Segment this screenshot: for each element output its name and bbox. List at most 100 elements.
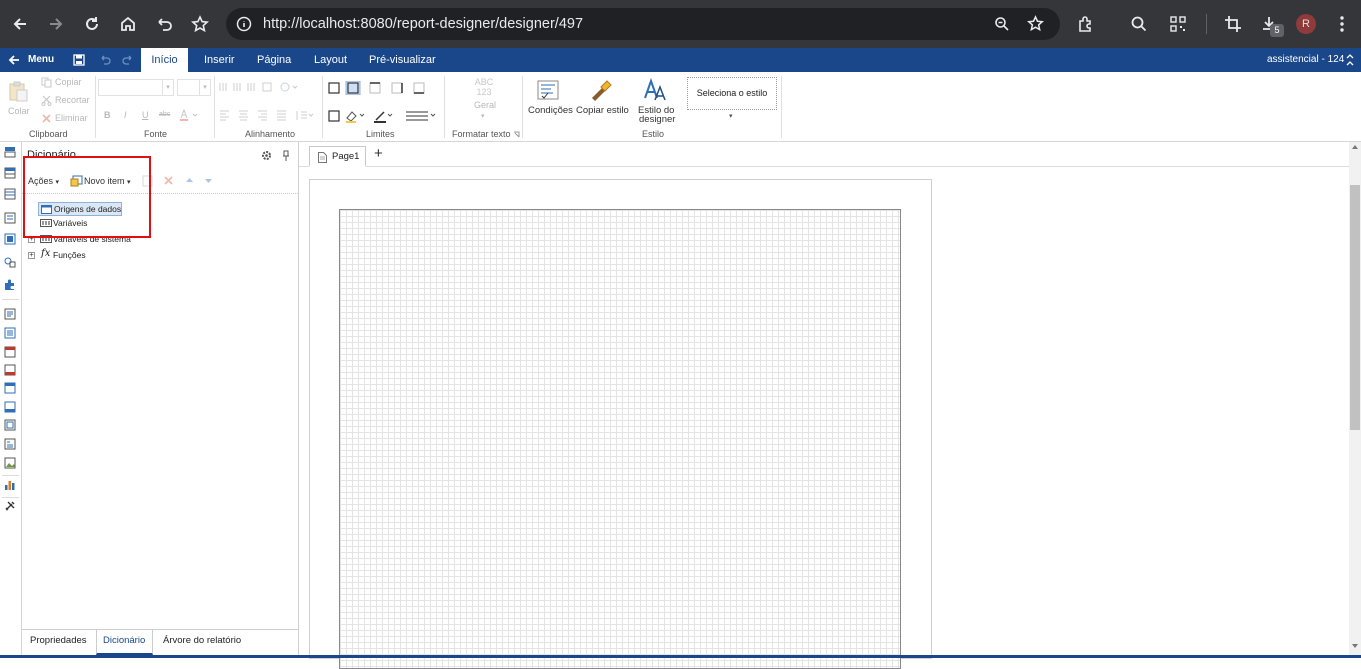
zoom-icon[interactable] bbox=[994, 16, 1010, 32]
select-style-dropdown-icon[interactable]: ▾ bbox=[729, 112, 733, 120]
copy-style-button[interactable]: Copiar estilo bbox=[576, 106, 629, 116]
picture-component-icon[interactable] bbox=[4, 457, 16, 469]
dictionary-pin-icon[interactable] bbox=[282, 150, 290, 161]
menu-back-arrow-icon[interactable] bbox=[8, 54, 20, 66]
profile-avatar[interactable]: R bbox=[1296, 14, 1316, 34]
chart-component-icon[interactable] bbox=[4, 479, 16, 491]
browser-toolbar: http://localhost:8080/report-designer/de… bbox=[0, 0, 1361, 48]
font-family-select[interactable]: ▾ bbox=[98, 79, 174, 96]
conditions-button[interactable]: Condições bbox=[528, 106, 573, 116]
image-component-icon[interactable] bbox=[4, 346, 16, 358]
border-style-buttons[interactable] bbox=[328, 109, 440, 123]
home-icon[interactable] bbox=[116, 12, 140, 36]
vertical-align-icons[interactable] bbox=[219, 81, 275, 93]
horizontal-align-icons[interactable] bbox=[219, 110, 315, 121]
report-title-band-icon[interactable] bbox=[4, 146, 16, 158]
site-info-icon[interactable] bbox=[236, 16, 252, 32]
tab-inserir[interactable]: Inserir bbox=[204, 48, 235, 72]
save-icon[interactable] bbox=[73, 54, 85, 66]
data-band-icon[interactable] bbox=[4, 212, 16, 224]
functions-fx-icon: fx bbox=[41, 248, 51, 259]
paste-icon[interactable] bbox=[7, 80, 29, 102]
undo-close-tab-icon[interactable] bbox=[152, 12, 176, 36]
qr-code-icon[interactable] bbox=[1166, 12, 1190, 36]
tools-icon[interactable] bbox=[4, 500, 16, 512]
strikethrough-button[interactable]: abc bbox=[159, 111, 170, 118]
bookmark-star-icon[interactable] bbox=[188, 12, 212, 36]
scroll-up-arrow-icon[interactable] bbox=[1352, 145, 1358, 149]
ribbon-separator bbox=[444, 76, 445, 138]
tab-report-tree[interactable]: Árvore do relatório bbox=[163, 635, 241, 646]
add-page-button[interactable]: + bbox=[374, 145, 383, 163]
text-component-icon[interactable] bbox=[4, 308, 16, 320]
forward-icon[interactable] bbox=[44, 12, 68, 36]
menu-button[interactable]: Menu bbox=[28, 48, 54, 72]
tab-dictionary[interactable]: Dicionário bbox=[103, 635, 145, 646]
toolbox-divider bbox=[2, 299, 19, 300]
font-color-icon[interactable] bbox=[179, 109, 201, 121]
clone-component-icon[interactable] bbox=[4, 401, 16, 413]
move-up-icon[interactable] bbox=[185, 176, 194, 185]
bold-button[interactable]: B bbox=[104, 110, 111, 120]
crop-icon[interactable] bbox=[1221, 12, 1245, 36]
back-icon[interactable] bbox=[8, 12, 32, 36]
redo-icon[interactable] bbox=[122, 54, 134, 66]
style-group-label: Estilo bbox=[642, 129, 665, 139]
delete-icon[interactable] bbox=[41, 113, 52, 124]
ribbon-separator bbox=[322, 76, 323, 138]
collapse-ribbon-icon[interactable] bbox=[1345, 54, 1355, 66]
rotate-text-icon[interactable] bbox=[279, 81, 299, 93]
url-text[interactable]: http://localhost:8080/report-designer/de… bbox=[263, 16, 583, 32]
tab-properties[interactable]: Propriedades bbox=[30, 635, 87, 646]
tab-inicio[interactable]: Início bbox=[141, 48, 188, 72]
conditions-icon[interactable] bbox=[537, 80, 559, 100]
highlight-annotation-box bbox=[23, 156, 151, 238]
more-menu-icon[interactable] bbox=[1330, 12, 1354, 36]
dictionary-settings-gear-icon[interactable] bbox=[261, 150, 272, 161]
reload-icon[interactable] bbox=[80, 12, 104, 36]
border-buttons[interactable] bbox=[328, 81, 440, 95]
tab-pre-visualizar[interactable]: Pré-visualizar bbox=[369, 48, 436, 72]
tab-pagina[interactable]: Página bbox=[257, 48, 291, 72]
cross-band-icon[interactable] bbox=[4, 233, 16, 245]
subreport-component-icon[interactable] bbox=[4, 419, 16, 431]
header-band-icon[interactable] bbox=[4, 167, 16, 179]
rich-text-component-icon[interactable] bbox=[4, 327, 16, 339]
text-format-dropdown-icon[interactable]: ▾ bbox=[481, 112, 485, 120]
extensions-icon[interactable] bbox=[1074, 12, 1098, 36]
scroll-down-arrow-icon[interactable] bbox=[1352, 644, 1358, 648]
copy-style-icon[interactable] bbox=[589, 79, 613, 101]
bookmark-page-icon[interactable] bbox=[1027, 15, 1044, 32]
underline-button[interactable]: U bbox=[142, 110, 149, 120]
delete-item-icon[interactable] bbox=[163, 175, 174, 186]
page-grid-canvas[interactable] bbox=[339, 209, 901, 669]
page-tab[interactable]: Page1 bbox=[309, 146, 366, 167]
vertical-scrollbar-thumb[interactable] bbox=[1350, 185, 1360, 430]
undo-icon[interactable] bbox=[99, 54, 111, 66]
italic-button[interactable]: I bbox=[124, 110, 127, 120]
search-icon[interactable] bbox=[1127, 12, 1151, 36]
toolbar-divider bbox=[1206, 14, 1207, 34]
barcode-component-icon[interactable] bbox=[4, 364, 16, 376]
panel-component-icon[interactable] bbox=[4, 382, 16, 394]
table-component-icon[interactable] bbox=[4, 438, 16, 450]
app-menubar: Menu Início Inserir Página Layout Pré-vi… bbox=[0, 48, 1361, 72]
cut-icon[interactable] bbox=[41, 95, 52, 106]
text-format-icon[interactable]: ABC 123 bbox=[465, 77, 503, 97]
font-size-select[interactable]: ▾ bbox=[177, 79, 211, 96]
select-style-box[interactable]: Seleciona o estilo bbox=[687, 77, 777, 110]
tab-layout[interactable]: Layout bbox=[314, 48, 347, 72]
tree-item-functions[interactable]: Funções bbox=[53, 250, 86, 260]
puzzle-component-icon[interactable] bbox=[4, 279, 16, 291]
shape-component-icon[interactable] bbox=[4, 256, 16, 268]
designer-style-line2[interactable]: designer bbox=[639, 115, 675, 125]
move-down-icon[interactable] bbox=[204, 176, 213, 185]
group-band-icon[interactable] bbox=[4, 188, 16, 200]
copy-label: Copiar bbox=[55, 77, 82, 87]
designer-style-icon[interactable] bbox=[643, 78, 667, 102]
page-tabs-baseline bbox=[299, 166, 1349, 167]
copy-icon[interactable] bbox=[41, 77, 52, 88]
text-format-dialog-launcher-icon[interactable] bbox=[513, 131, 520, 138]
expand-functions-icon[interactable]: + bbox=[28, 252, 35, 259]
address-bar[interactable]: http://localhost:8080/report-designer/de… bbox=[226, 8, 1060, 40]
